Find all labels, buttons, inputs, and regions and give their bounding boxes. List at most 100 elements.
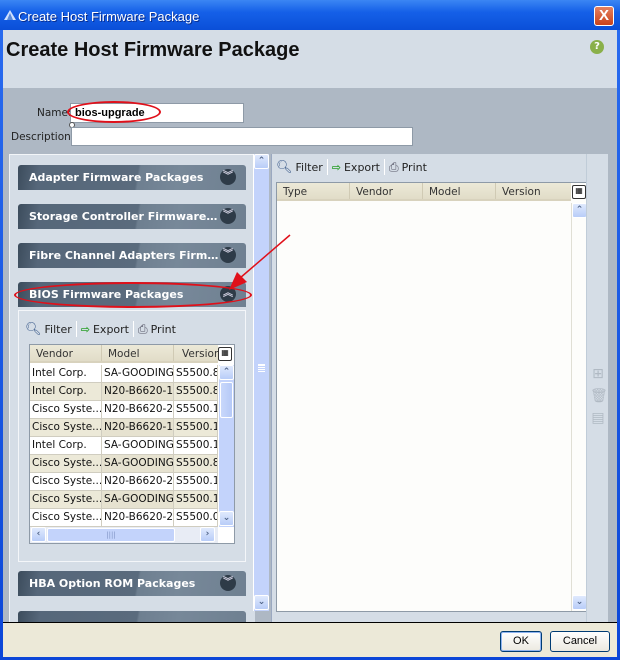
accordion-label: Adapter Firmware Packages <box>29 171 204 184</box>
scroll-down-icon[interactable]: ⌄ <box>572 595 586 610</box>
name-label: Name: <box>37 107 72 119</box>
filter-label: Filter <box>295 160 323 174</box>
expand-chevron-icon[interactable]: ︾ <box>220 169 236 185</box>
filter-icon: 🔍︎ <box>276 159 293 175</box>
model-cell: N20-B6620-1 <box>102 419 174 436</box>
table-row[interactable]: Cisco Syste...N20-B6620-1S5500.1. <box>30 419 218 437</box>
export-button[interactable]: ⇨ Export <box>77 323 133 336</box>
version-cell: S5500.1. <box>174 401 218 418</box>
column-chooser-icon[interactable]: ▦ <box>218 347 232 361</box>
left-panel-vscroll[interactable]: ⌃ ⌄ <box>253 154 269 611</box>
bios-table-vscroll[interactable]: ⌃ ⌄ <box>218 365 234 527</box>
accordion-bios-firmware[interactable]: BIOS Firmware Packages ︽ <box>18 282 246 307</box>
export-icon: ⇨ <box>331 160 341 174</box>
filter-icon: 🔍︎ <box>25 321 42 337</box>
model-cell: SA-GOODING <box>102 455 174 472</box>
scroll-left-icon[interactable]: ‹ <box>31 527 46 542</box>
vendor-cell: Cisco Syste... <box>30 473 102 490</box>
bios-table-header: Vendor Model Version <box>30 345 221 363</box>
version-cell: S5500.86 <box>174 383 218 400</box>
help-icon[interactable]: ? <box>590 40 604 54</box>
filter-button[interactable]: 🔍︎ Filter <box>21 322 76 337</box>
scroll-down-icon[interactable]: ⌄ <box>219 511 234 526</box>
version-cell: S5500.1. <box>174 419 218 436</box>
expand-chevron-icon[interactable]: ︾ <box>220 575 236 591</box>
scroll-up-icon[interactable]: ⌃ <box>572 203 586 218</box>
vendor-cell: Intel Corp. <box>30 437 102 454</box>
column-header-version[interactable]: Version <box>496 183 571 199</box>
column-header-model[interactable]: Model <box>423 183 496 199</box>
column-header-model[interactable]: Model <box>102 345 174 361</box>
table-row[interactable]: Intel Corp.SA-GOODINGS5500.86 <box>30 365 218 383</box>
header: Create Host Firmware Package ? <box>3 30 617 88</box>
expand-chevron-icon[interactable]: ︾ <box>220 247 236 263</box>
dialog-client: Create Host Firmware Package ? Name: Des… <box>3 30 617 657</box>
version-cell: S5500.86 <box>174 455 218 472</box>
filter-button[interactable]: 🔍︎ Filter <box>272 160 327 175</box>
page-title: Create Host Firmware Package <box>6 39 300 61</box>
print-button[interactable]: ⎙ Print <box>134 322 180 337</box>
bios-table-hscroll[interactable]: ‹ |||| › <box>30 527 218 543</box>
bios-table: Vendor Model Version ▦ Intel Corp. SA-GOO… <box>29 344 235 544</box>
scroll-right-icon[interactable]: › <box>200 527 215 542</box>
column-header-vendor[interactable]: Vendor <box>350 183 423 199</box>
scroll-up-icon[interactable]: ⌃ <box>219 365 234 380</box>
collapse-chevron-icon[interactable]: ︽ <box>220 286 236 302</box>
ok-button[interactable]: OK <box>500 631 542 652</box>
accordion-adapter-firmware[interactable]: Adapter Firmware Packages ︾ <box>18 165 246 190</box>
firmware-accordion-panel: Adapter Firmware Packages ︾ Storage Cont… <box>9 154 255 627</box>
accordion-label: BIOS Firmware Packages <box>29 288 184 301</box>
print-button[interactable]: ⎙ Print <box>385 160 431 175</box>
column-chooser-icon[interactable]: ▦ <box>572 185 586 199</box>
description-input[interactable] <box>71 127 413 146</box>
table-row[interactable]: Cisco Syste...N20-B6620-2S5500.1. <box>30 473 218 491</box>
cancel-button[interactable]: Cancel <box>550 631 610 652</box>
accordion-hba-option-rom[interactable]: HBA Option ROM Packages ︾ <box>18 571 246 596</box>
vendor-cell: Cisco Syste... <box>30 491 102 508</box>
title-bar[interactable]: Create Host Firmware Package X <box>0 0 620 30</box>
package-table-panel: 🔍︎ Filter ⇨ Export ⎙ Print Type Vendor M… <box>271 154 587 626</box>
version-cell: S5500.1. <box>174 437 218 454</box>
scroll-up-icon[interactable]: ⌃ <box>254 154 269 169</box>
dialog-window: Create Host Firmware Package X Create Ho… <box>0 0 620 660</box>
delete-icon[interactable]: 🗑︎ <box>590 388 608 404</box>
table-row[interactable]: Cisco Syste...N20-B6620-2S5500.00 <box>30 509 218 527</box>
accordion-label: Storage Controller Firmware Pack... <box>29 210 219 223</box>
vendor-cell: Cisco Syste... <box>30 419 102 436</box>
package-table: Type Vendor Model Version ▦ ⌃ ⌄ <box>276 182 587 612</box>
column-header-version[interactable]: Version <box>174 345 221 361</box>
filter-label: Filter <box>44 322 72 336</box>
hscroll-thumb[interactable]: |||| <box>47 528 175 542</box>
bios-toolbar: 🔍︎ Filter ⇨ Export ⎙ Print <box>21 321 180 337</box>
export-label: Export <box>92 322 129 336</box>
properties-icon[interactable]: ▤ <box>590 410 606 426</box>
table-row[interactable]: Cisco Syste...SA-GOODINGS5500.1. <box>30 491 218 509</box>
scroll-down-icon[interactable]: ⌄ <box>254 595 269 610</box>
accordion-storage-controller[interactable]: Storage Controller Firmware Pack... ︾ <box>18 204 246 229</box>
expand-chevron-icon[interactable]: ︾ <box>220 208 236 224</box>
package-table-header: Type Vendor Model Version <box>277 183 571 201</box>
scroll-thumb[interactable] <box>220 382 233 418</box>
version-cell: S5500.00 <box>174 509 218 526</box>
export-button[interactable]: ⇨ Export <box>328 161 384 174</box>
accordion-fibre-channel[interactable]: Fibre Channel Adapters Firmware ... ︾ <box>18 243 246 268</box>
table-row[interactable]: Cisco Syste...SA-GOODINGS5500.86 <box>30 455 218 473</box>
name-input[interactable] <box>70 103 244 123</box>
column-header-type[interactable]: Type <box>277 183 350 199</box>
column-header-vendor[interactable]: Vendor <box>30 345 102 361</box>
table-row[interactable]: Intel Corp.N20-B6620-1S5500.86 <box>30 383 218 401</box>
model-cell: N20-B6620-2 <box>102 473 174 490</box>
vendor-cell: Cisco Syste... <box>30 455 102 472</box>
close-button[interactable]: X <box>594 6 614 26</box>
export-label: Export <box>343 160 380 174</box>
table-row[interactable]: Intel Corp.SA-GOODINGS5500.1. <box>30 437 218 455</box>
print-icon: ⎙ <box>389 159 399 174</box>
package-toolbar: 🔍︎ Filter ⇨ Export ⎙ Print <box>272 159 431 175</box>
add-icon[interactable]: ⊞ <box>590 366 606 382</box>
table-row[interactable]: Cisco Syste...N20-B6620-2S5500.1. <box>30 401 218 419</box>
version-cell: S5500.1. <box>174 473 218 490</box>
print-icon: ⎙ <box>138 321 148 336</box>
version-cell: S5500.1. <box>174 491 218 508</box>
scroll-grip-icon <box>258 364 265 372</box>
package-table-vscroll[interactable]: ⌃ ⌄ <box>571 203 586 611</box>
